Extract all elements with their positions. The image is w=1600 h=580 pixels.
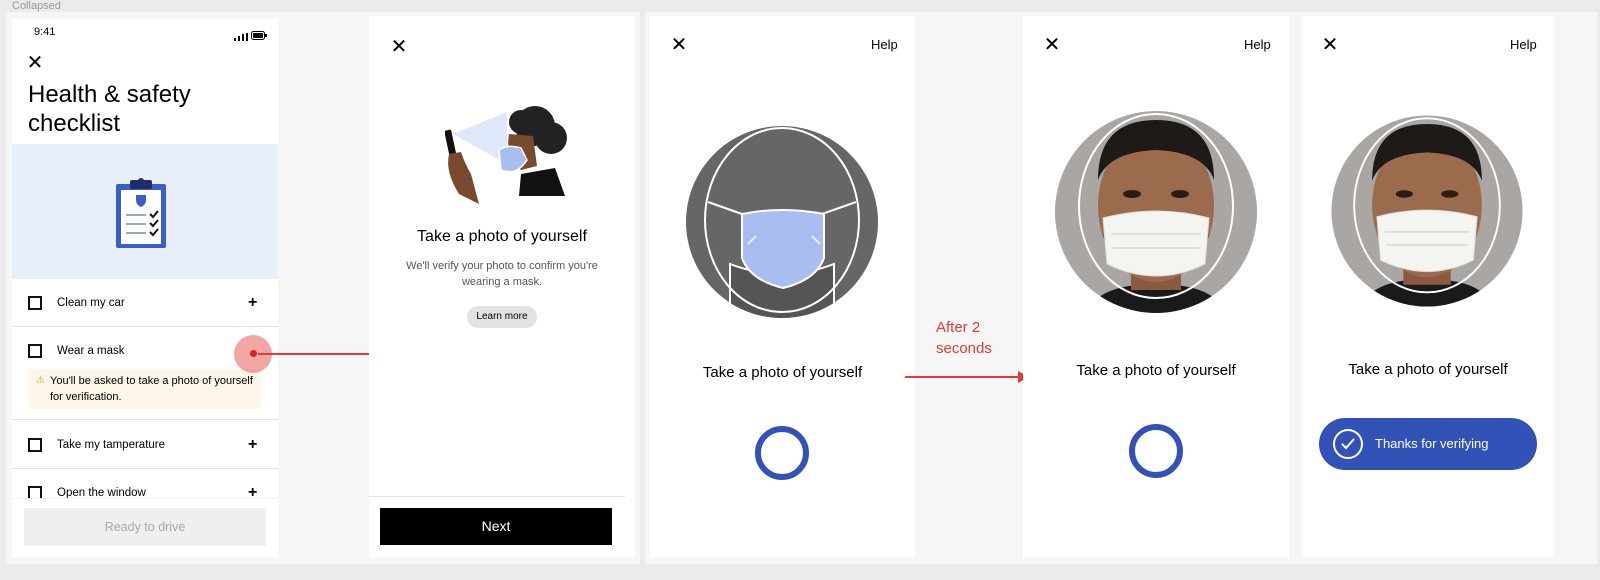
selfie-illustration (445, 106, 567, 204)
screen-checklist: 9:41 ✕ Health & safety checklist Clean m… (12, 18, 278, 558)
battery-icon (251, 27, 267, 45)
shutter-button[interactable] (755, 426, 809, 480)
captured-photo (1331, 115, 1523, 307)
plus-icon[interactable]: + (248, 295, 257, 311)
face-guide-illustration (686, 126, 878, 318)
divider (12, 419, 278, 420)
screen-camera-guide: ✕ Help Take a photo of yourself (650, 16, 915, 558)
item-label-wear-mask: Wear a mask (57, 345, 125, 357)
warning-icon: ⚠ (36, 375, 45, 386)
screen-camera-preview: ✕ Help Take a photo of yourself (1023, 16, 1289, 558)
help-link[interactable]: Help (1510, 37, 1537, 52)
divider (12, 468, 278, 469)
checkbox-clean-car[interactable] (28, 296, 42, 310)
close-icon[interactable]: ✕ (25, 52, 45, 72)
verified-label: Thanks for verifying (1375, 436, 1489, 451)
check-circle-icon (1333, 429, 1363, 459)
top-caption: Collapsed (12, 0, 61, 12)
help-link[interactable]: Help (1244, 37, 1271, 52)
checkbox-wear-mask[interactable] (28, 344, 42, 358)
heading: Take a photo of yourself (1348, 361, 1508, 378)
close-icon[interactable]: ✕ (1320, 34, 1340, 54)
tap-dot (250, 350, 257, 357)
warning-text: You'll be asked to take a photo of yours… (50, 375, 253, 403)
camera-preview-photo (1055, 111, 1257, 313)
learn-more-button[interactable]: Learn more (467, 306, 537, 328)
page-title-line2: checklist (28, 110, 121, 137)
flow-arrow-line (905, 376, 1019, 378)
page-title-line1: Health & safety (28, 81, 191, 108)
close-icon[interactable]: ✕ (1042, 34, 1062, 54)
checkbox-temperature[interactable] (28, 438, 42, 452)
verified-banner: Thanks for verifying (1319, 418, 1537, 470)
close-icon[interactable]: ✕ (669, 34, 689, 54)
shutter-button[interactable] (1129, 424, 1183, 478)
flow-annotation: After 2 seconds (936, 319, 992, 357)
heading: Take a photo of yourself (417, 228, 587, 245)
warning-banner: ⚠ You'll be asked to take a photo of you… (28, 369, 261, 409)
divider (369, 496, 625, 497)
clipboard-icon (116, 178, 166, 248)
close-icon[interactable]: ✕ (389, 36, 409, 56)
ready-to-drive-button[interactable]: Ready to drive (24, 508, 266, 546)
item-label-temperature: Take my tamperature (57, 439, 166, 451)
heading: Take a photo of yourself (702, 364, 863, 381)
item-label-clean-car: Clean my car (57, 297, 125, 309)
hero-banner (12, 144, 278, 279)
divider (12, 326, 278, 327)
screen-photo-intro: ✕ Take a photo of yourself We'll verify … (369, 16, 635, 558)
plus-icon[interactable]: + (248, 437, 257, 453)
screen-verified: ✕ Help Take a photo of yourself Thanks f… (1302, 16, 1554, 558)
status-time: 9:41 (34, 26, 56, 38)
help-link[interactable]: Help (871, 37, 898, 52)
signal-icon (234, 28, 248, 46)
subtitle: We'll verify your photo to confirm you'r… (406, 260, 598, 288)
heading: Take a photo of yourself (1076, 362, 1236, 379)
next-button[interactable]: Next (380, 508, 612, 545)
flow-arrow-line (258, 353, 370, 355)
